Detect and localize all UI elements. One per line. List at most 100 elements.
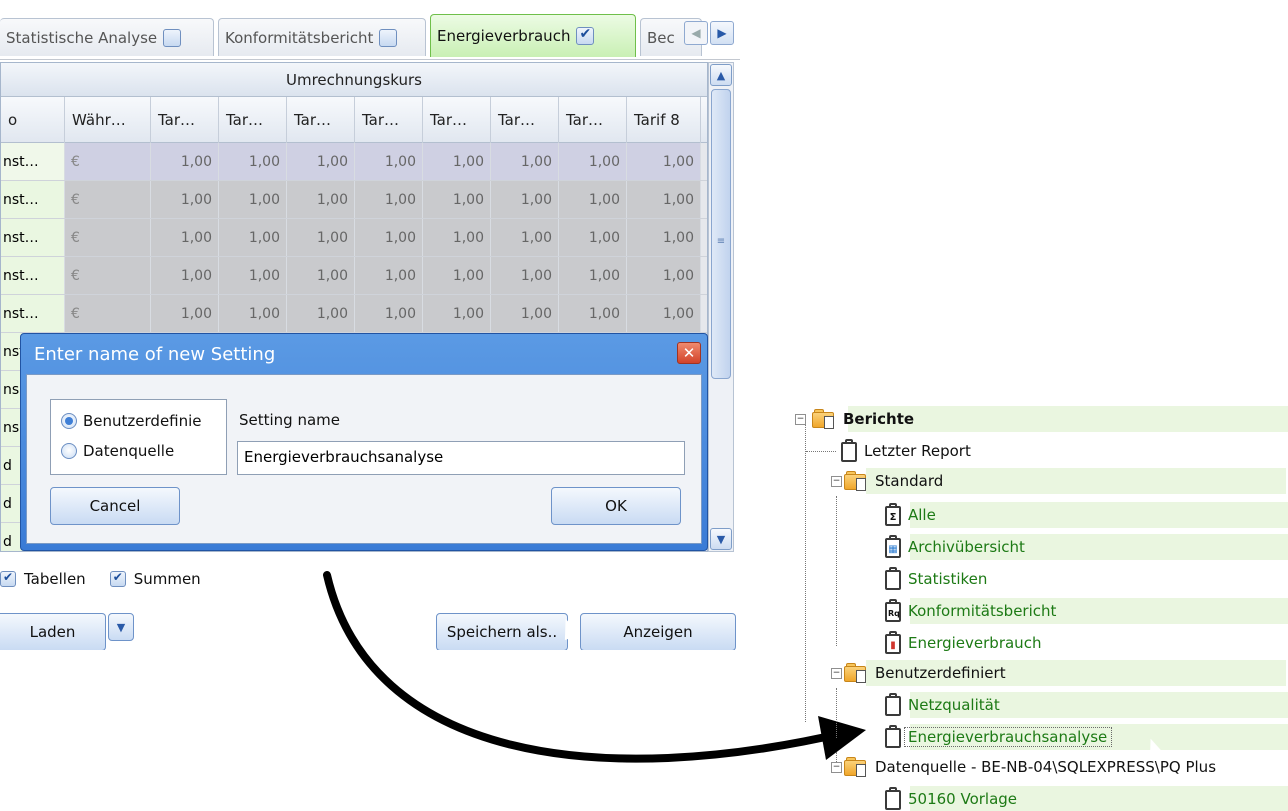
tariff-cell[interactable]: 1,00 — [559, 295, 627, 332]
tariff-cell[interactable]: 1,00 — [627, 295, 701, 332]
collapse-icon[interactable]: − — [831, 762, 842, 773]
tariff-cell[interactable]: 1,00 — [423, 295, 491, 332]
tree-node-netzqualitaet[interactable]: Netzqualität — [884, 690, 1288, 720]
radio-user-defined[interactable]: Benutzerdefinie — [61, 412, 202, 430]
column-header[interactable]: Tar… — [355, 97, 423, 143]
tariff-cell[interactable]: 1,00 — [423, 257, 491, 294]
tree-node-last-report[interactable]: Letzter Report — [806, 436, 971, 466]
currency-cell[interactable]: € — [65, 143, 151, 180]
tariff-cell[interactable]: 1,00 — [627, 219, 701, 256]
tariff-cell[interactable]: 1,00 — [491, 257, 559, 294]
table-row[interactable]: nst… €1,00 1,00 1,00 1,00 1,00 1,00 1,00 1,00 — [1, 295, 707, 333]
sums-checkbox[interactable] — [109, 570, 126, 587]
cancel-button[interactable]: Cancel — [50, 487, 180, 525]
radio-datasource[interactable]: Datenquelle — [61, 442, 174, 460]
tariff-cell[interactable]: 1,00 — [219, 295, 287, 332]
tab-scroll-left-icon[interactable]: ◀ — [684, 21, 708, 45]
row-name-cell[interactable]: nst… — [1, 295, 65, 332]
currency-cell[interactable]: € — [65, 295, 151, 332]
tab-energieverbrauch[interactable]: Energieverbrauch — [430, 14, 636, 57]
row-name-cell[interactable]: nst… — [1, 143, 65, 180]
tree-node-standard[interactable]: − Standard — [826, 466, 1286, 496]
tree-node-alle[interactable]: Σ Alle — [884, 500, 1288, 530]
tariff-cell[interactable]: 1,00 — [287, 295, 355, 332]
currency-cell[interactable]: € — [65, 219, 151, 256]
table-row[interactable]: nst… €1,00 1,00 1,00 1,00 1,00 1,00 1,00 1,00 — [1, 181, 707, 219]
currency-cell[interactable]: € — [65, 181, 151, 218]
table-row[interactable]: nst… €1,00 1,00 1,00 1,00 1,00 1,00 1,00 1,00 — [1, 219, 707, 257]
collapse-icon[interactable]: − — [795, 414, 806, 425]
column-header[interactable]: Tar… — [491, 97, 559, 143]
tariff-cell[interactable]: 1,00 — [355, 143, 423, 180]
column-header[interactable]: Tar… — [423, 97, 491, 143]
tariff-cell[interactable]: 1,00 — [219, 257, 287, 294]
tariff-cell[interactable]: 1,00 — [151, 295, 219, 332]
scroll-thumb[interactable]: ≡ — [711, 89, 731, 379]
tariff-cell[interactable]: 1,00 — [151, 219, 219, 256]
tariff-cell[interactable]: 1,00 — [423, 219, 491, 256]
tree-node-energy-analysis[interactable]: Energieverbrauchsanalyse — [884, 722, 1288, 752]
tariff-cell[interactable]: 1,00 — [627, 143, 701, 180]
tariff-cell[interactable]: 1,00 — [355, 219, 423, 256]
tariff-cell[interactable]: 1,00 — [423, 143, 491, 180]
currency-cell[interactable]: € — [65, 257, 151, 294]
tree-node-user-defined[interactable]: − Benutzerdefiniert — [826, 658, 1286, 688]
tariff-cell[interactable]: 1,00 — [151, 181, 219, 218]
column-header[interactable]: Tarif 8 — [627, 97, 701, 143]
tariff-cell[interactable]: 1,00 — [355, 295, 423, 332]
tariff-cell[interactable]: 1,00 — [491, 295, 559, 332]
grid-vertical-scrollbar[interactable]: ▲ ≡ ▼ — [708, 62, 734, 552]
column-header[interactable]: Tar… — [559, 97, 627, 143]
tariff-cell[interactable]: 1,00 — [151, 257, 219, 294]
tariff-cell[interactable]: 1,00 — [559, 143, 627, 180]
ok-button[interactable]: OK — [551, 487, 681, 525]
tariff-cell[interactable]: 1,00 — [627, 257, 701, 294]
tab-checkbox[interactable] — [163, 28, 182, 47]
tariff-cell[interactable]: 1,00 — [151, 143, 219, 180]
row-name-cell[interactable]: nst… — [1, 219, 65, 256]
tariff-cell[interactable]: 1,00 — [219, 219, 287, 256]
tab-scroll-right-icon[interactable]: ▶ — [710, 21, 734, 45]
table-row[interactable]: nst… €1,00 1,00 1,00 1,00 1,00 1,00 1,00 1,00 — [1, 257, 707, 295]
column-header[interactable]: Tar… — [219, 97, 287, 143]
tariff-cell[interactable]: 1,00 — [559, 257, 627, 294]
tariff-cell[interactable]: 1,00 — [355, 257, 423, 294]
tariff-cell[interactable]: 1,00 — [559, 219, 627, 256]
tree-node-energy[interactable]: ▮ Energieverbrauch — [884, 628, 1041, 658]
tariff-cell[interactable]: 1,00 — [219, 181, 287, 218]
tree-node-statistics[interactable]: Statistiken — [884, 564, 987, 594]
tree-node-root[interactable]: − Berichte — [795, 404, 1288, 434]
collapse-icon[interactable]: − — [831, 668, 842, 679]
tab-checkbox[interactable] — [379, 28, 398, 47]
tariff-cell[interactable]: 1,00 — [627, 181, 701, 218]
tree-node-compliance[interactable]: Rq Konformitätsbericht — [884, 596, 1288, 626]
tariff-cell[interactable]: 1,00 — [287, 257, 355, 294]
tariff-cell[interactable]: 1,00 — [287, 143, 355, 180]
row-name-cell[interactable]: nst… — [1, 257, 65, 294]
save-as-button[interactable]: Speichern als.. — [436, 613, 568, 650]
collapse-icon[interactable]: − — [831, 476, 842, 487]
column-header[interactable]: Tar… — [151, 97, 219, 143]
tariff-cell[interactable]: 1,00 — [287, 219, 355, 256]
close-icon[interactable]: ✕ — [677, 342, 701, 364]
radio-selected-icon[interactable] — [61, 413, 77, 429]
tables-checkbox[interactable] — [0, 570, 16, 587]
scroll-down-icon[interactable]: ▼ — [710, 528, 732, 550]
scroll-up-icon[interactable]: ▲ — [710, 64, 732, 86]
tariff-cell[interactable]: 1,00 — [287, 181, 355, 218]
table-row[interactable]: nst… €1,00 1,00 1,00 1,00 1,00 1,00 1,00 1,00 — [1, 143, 707, 181]
column-header[interactable]: Währ… — [65, 97, 151, 143]
tab-statistische-analyse[interactable]: Statistische Analyse — [0, 18, 214, 56]
tariff-cell[interactable]: 1,00 — [491, 181, 559, 218]
tariff-cell[interactable]: 1,00 — [491, 143, 559, 180]
tariff-cell[interactable]: 1,00 — [559, 181, 627, 218]
row-name-cell[interactable]: nst… — [1, 181, 65, 218]
tariff-cell[interactable]: 1,00 — [355, 181, 423, 218]
tab-konformitaetsbericht[interactable]: Konformitätsbericht — [218, 18, 426, 56]
tree-node-template[interactable]: 50160 Vorlage — [884, 784, 1288, 811]
load-button[interactable]: Laden — [0, 613, 106, 650]
load-dropdown-chevron-icon[interactable]: ▼ — [108, 613, 134, 641]
tariff-cell[interactable]: 1,00 — [423, 181, 491, 218]
column-header[interactable]: Tar… — [287, 97, 355, 143]
tariff-cell[interactable]: 1,00 — [219, 143, 287, 180]
